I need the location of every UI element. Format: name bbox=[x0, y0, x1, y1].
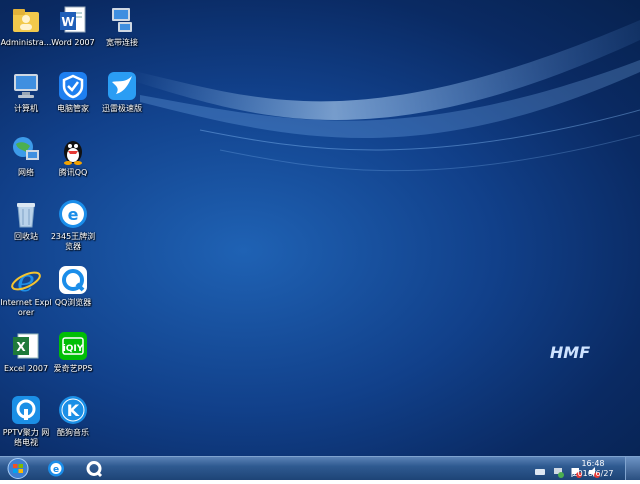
desktop-icon-internet-explorer[interactable]: e Internet Explorer bbox=[0, 264, 52, 318]
desktop-icon-iqiyi-pps[interactable]: iQIY 爱奇艺PPS bbox=[47, 330, 99, 374]
icon-label: 计算机 bbox=[14, 104, 38, 113]
user-folder-icon bbox=[10, 4, 42, 36]
windows-start-icon bbox=[7, 458, 29, 479]
svg-text:X: X bbox=[16, 340, 26, 354]
pptv-icon bbox=[10, 394, 42, 426]
recycle-bin-icon bbox=[10, 198, 42, 230]
desktop-icon-kugou-music[interactable]: K 酷狗音乐 bbox=[47, 394, 99, 438]
clock-time: 16:48 bbox=[581, 459, 605, 468]
svg-text:e: e bbox=[17, 264, 35, 296]
icon-label: Word 2007 bbox=[51, 38, 95, 47]
icon-label: 电脑管家 bbox=[57, 104, 89, 113]
desktop-icon-pptv[interactable]: PPTV聚力 网络电视 bbox=[0, 394, 52, 448]
icon-label: Administra... bbox=[0, 38, 52, 47]
icon-label: 酷狗音乐 bbox=[57, 428, 89, 437]
icon-label: 回收站 bbox=[14, 232, 38, 241]
desktop-icon-network[interactable]: 网络 bbox=[0, 134, 52, 178]
icon-label: 腾讯QQ bbox=[58, 168, 88, 177]
desktop-icon-computer[interactable]: 计算机 bbox=[0, 70, 52, 114]
taskbar: e 16:48 2016/6/27 bbox=[0, 456, 640, 480]
network-icon bbox=[10, 134, 42, 166]
broadband-icon bbox=[106, 4, 138, 36]
pc-manager-icon bbox=[57, 70, 89, 102]
desktop-icon-excel-2007[interactable]: X Excel 2007 bbox=[0, 330, 52, 374]
show-desktop-button[interactable] bbox=[625, 457, 640, 480]
ie-taskbar-icon: e bbox=[48, 460, 64, 477]
desktop-icon-xunlei[interactable]: 迅雷极速版 bbox=[96, 70, 148, 114]
icon-label: 网络 bbox=[18, 168, 34, 177]
ie-icon: e bbox=[10, 264, 42, 299]
clock-date: 2016/6/27 bbox=[572, 469, 614, 478]
network-tray-icon[interactable] bbox=[552, 463, 564, 478]
desktop-icon-word-2007[interactable]: W Word 2007 bbox=[47, 4, 99, 48]
svg-text:W: W bbox=[61, 15, 74, 29]
kugou-icon: K bbox=[57, 394, 89, 426]
icon-label: 宽带连接 bbox=[106, 38, 138, 47]
icon-label: PPTV聚力 网络电视 bbox=[2, 428, 50, 447]
qq-icon bbox=[57, 134, 89, 166]
taskbar-qq-browser[interactable] bbox=[76, 457, 112, 480]
desktop-icon-administrator[interactable]: Administra... bbox=[0, 4, 52, 48]
word-icon: W bbox=[57, 4, 89, 36]
desktop-icon-pc-manager[interactable]: 电脑管家 bbox=[47, 70, 99, 114]
desktop-icon-qq-browser[interactable]: QQ浏览器 bbox=[47, 264, 99, 308]
desktop-icon-2345-browser[interactable]: e 2345王牌浏览器 bbox=[47, 198, 99, 252]
icon-label: QQ浏览器 bbox=[54, 298, 92, 307]
logo-text: HMF bbox=[550, 343, 590, 362]
taskbar-clock[interactable]: 16:48 2016/6/27 bbox=[568, 459, 618, 479]
svg-text:iQIY: iQIY bbox=[63, 344, 84, 354]
xunlei-icon bbox=[106, 70, 138, 102]
start-button[interactable] bbox=[2, 457, 34, 480]
icon-label: 爱奇艺PPS bbox=[53, 364, 93, 373]
icon-label: 2345王牌浏览器 bbox=[50, 232, 96, 251]
desktop-icon-tencent-qq[interactable]: 腾讯QQ bbox=[47, 134, 99, 178]
qq-browser-icon bbox=[57, 264, 89, 296]
2345-browser-icon: e bbox=[57, 198, 89, 230]
desktop-icon-recycle-bin[interactable]: 回收站 bbox=[0, 198, 52, 242]
icon-label: 迅雷极速版 bbox=[102, 104, 142, 113]
keyboard-icon[interactable] bbox=[534, 463, 546, 475]
svg-text:K: K bbox=[67, 401, 80, 420]
computer-icon bbox=[10, 70, 42, 102]
wallpaper-logo: HMF bbox=[550, 343, 590, 362]
icon-label: Excel 2007 bbox=[3, 364, 49, 373]
desktop: Administra... 计算机 网络 回收站 e Internet Expl… bbox=[0, 0, 640, 456]
qq-browser-taskbar-icon bbox=[86, 461, 103, 478]
iqiyi-icon: iQIY bbox=[57, 330, 89, 362]
excel-icon: X bbox=[10, 330, 42, 362]
desktop-icon-broadband[interactable]: 宽带连接 bbox=[96, 4, 148, 48]
svg-text:e: e bbox=[53, 465, 59, 475]
taskbar-ie[interactable]: e bbox=[38, 457, 74, 480]
icon-label: Internet Explorer bbox=[0, 298, 52, 317]
svg-text:e: e bbox=[68, 205, 79, 224]
